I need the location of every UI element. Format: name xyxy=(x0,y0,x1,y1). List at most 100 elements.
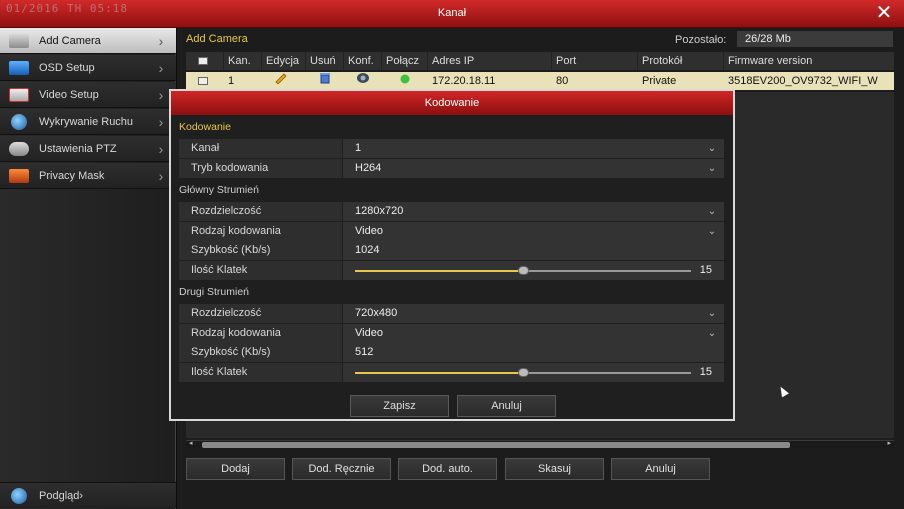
chevron-down-icon[interactable]: ⌄ xyxy=(706,304,718,323)
row-checkbox-cell[interactable] xyxy=(186,72,224,90)
row-ip-address: 172.20.18.11 xyxy=(432,75,496,87)
table-row[interactable]: 1 172.20.18.11 80 Private 3518EV200_OV97… xyxy=(186,72,894,90)
scrollbar-thumb[interactable] xyxy=(202,442,790,448)
ptz-icon xyxy=(9,141,29,156)
video-icon xyxy=(9,87,29,102)
column-header: Konf. xyxy=(344,52,382,70)
field-label: Rodzaj kodowania xyxy=(179,222,342,241)
sidebar: Add Camera › OSD Setup › Video Setup › W… xyxy=(0,28,176,509)
row-checkbox[interactable] xyxy=(198,77,208,85)
main-fps-slider[interactable] xyxy=(355,266,691,275)
sidebar-item-privacy-mask[interactable]: Privacy Mask › xyxy=(0,163,176,189)
sidebar-item-label: Ustawienia PTZ xyxy=(39,142,117,155)
horizontal-scrollbar[interactable]: ◂ ▸ xyxy=(186,440,894,448)
main-stream-heading: Główny Strumień xyxy=(179,184,259,196)
slider-handle[interactable] xyxy=(518,266,529,275)
field-value[interactable]: Video xyxy=(343,324,724,343)
close-icon[interactable]: ✕ xyxy=(874,3,894,23)
camera-table-header: Kan. Edycja Usuń Konf. Połącz Adres IP P… xyxy=(186,52,894,70)
slider-fill xyxy=(355,372,523,374)
camera-icon xyxy=(9,33,29,48)
field-value[interactable]: 1 xyxy=(343,139,724,158)
field-value[interactable]: 1024 xyxy=(343,241,724,260)
dialog-title: Kodowanie xyxy=(171,91,733,115)
main-fps-slider-row: Ilość Klatek 15 xyxy=(179,261,724,280)
sub-fps-slider[interactable] xyxy=(355,368,691,377)
main-encoding-type-select[interactable]: Rodzaj kodowania Video ⌄ xyxy=(179,222,724,241)
delete-button[interactable]: Skasuj xyxy=(505,458,604,480)
sidebar-item-label: Privacy Mask xyxy=(39,169,105,182)
field-value[interactable]: 720x480 xyxy=(343,304,724,323)
encoding-dialog: Kodowanie Kodowanie Kanał 1 ⌄ Tryb kodow… xyxy=(169,89,735,421)
motion-icon xyxy=(11,113,27,130)
select-all-column[interactable] xyxy=(186,52,224,70)
sidebar-item-label: Wykrywanie Ruchu xyxy=(39,115,134,128)
field-label: Ilość Klatek xyxy=(179,363,342,382)
sidebar-item-video-setup[interactable]: Video Setup › xyxy=(0,82,176,108)
field-value[interactable]: H264 xyxy=(343,159,724,178)
row-firmware: 3518EV200_OV9732_WIFI_W xyxy=(728,75,878,87)
column-header: Edycja xyxy=(262,52,306,70)
column-header: Kan. xyxy=(224,52,262,70)
dialog-cancel-button[interactable]: Anuluj xyxy=(457,395,556,417)
chevron-down-icon[interactable]: ⌄ xyxy=(706,324,718,343)
field-label: Rodzaj kodowania xyxy=(179,324,342,343)
sidebar-item-osd-setup[interactable]: OSD Setup › xyxy=(0,55,176,81)
preview-icon xyxy=(11,487,27,504)
field-value[interactable]: 512 xyxy=(343,343,724,362)
sidebar-item-label: Video Setup xyxy=(39,88,99,101)
column-header: Protokół xyxy=(638,52,724,70)
encoding-mode-select[interactable]: Tryb kodowania H264 ⌄ xyxy=(179,159,724,178)
column-header: Firmware version xyxy=(728,55,813,67)
chevron-right-icon: › xyxy=(158,59,164,76)
sidebar-item-motion-detection[interactable]: Wykrywanie Ruchu › xyxy=(0,109,176,135)
edit-icon[interactable] xyxy=(262,72,306,90)
chevron-right-icon: › xyxy=(79,489,84,502)
add-button[interactable]: Dodaj xyxy=(186,458,285,480)
window-titlebar: 01/2016 TH 05:18 Kanał ✕ xyxy=(0,0,904,28)
chevron-down-icon[interactable]: ⌄ xyxy=(706,202,718,221)
field-label: Kanał xyxy=(179,139,342,158)
column-header: Połącz xyxy=(382,52,428,70)
delete-icon[interactable] xyxy=(306,72,344,90)
sidebar-item-label: Add Camera xyxy=(39,34,101,47)
channel-select[interactable]: Kanał 1 ⌄ xyxy=(179,139,724,158)
slider-handle[interactable] xyxy=(518,368,529,377)
sub-stream-heading: Drugi Strumień xyxy=(179,286,250,298)
sidebar-item-ptz-settings[interactable]: Ustawienia PTZ › xyxy=(0,136,176,162)
chevron-right-icon: › xyxy=(158,86,164,103)
connected-icon xyxy=(382,72,428,90)
main-fps-value: 15 xyxy=(699,264,712,276)
sidebar-item-label: Podgląd xyxy=(39,489,80,502)
scroll-left-icon[interactable]: ◂ xyxy=(189,439,193,447)
main-bitrate-field[interactable]: Szybkość (Kb/s) 1024 xyxy=(179,241,724,260)
sidebar-item-label: OSD Setup xyxy=(39,61,95,74)
chevron-down-icon[interactable]: ⌄ xyxy=(706,159,718,178)
column-header: Port xyxy=(552,52,638,70)
chevron-right-icon: › xyxy=(158,140,164,157)
slider-fill xyxy=(355,270,523,272)
add-manually-button[interactable]: Dod. Ręcznie xyxy=(292,458,391,480)
column-header: Adres IP xyxy=(428,52,552,70)
field-value[interactable]: Video xyxy=(343,222,724,241)
select-all-checkbox[interactable] xyxy=(198,57,208,65)
sub-bitrate-field[interactable]: Szybkość (Kb/s) 512 xyxy=(179,343,724,362)
chevron-down-icon[interactable]: ⌄ xyxy=(706,222,718,241)
osd-icon xyxy=(9,60,29,75)
chevron-down-icon[interactable]: ⌄ xyxy=(706,139,718,158)
field-value[interactable]: 1280x720 xyxy=(343,202,724,221)
config-icon[interactable] xyxy=(344,72,382,90)
add-auto-button[interactable]: Dod. auto. xyxy=(398,458,497,480)
cancel-button[interactable]: Anuluj xyxy=(611,458,710,480)
field-label: Tryb kodowania xyxy=(179,159,342,178)
scroll-right-icon[interactable]: ▸ xyxy=(887,439,891,447)
sidebar-item-preview[interactable]: Podgląd › xyxy=(0,482,176,508)
window-title: Kanał xyxy=(437,7,467,19)
save-button[interactable]: Zapisz xyxy=(350,395,449,417)
row-channel: 1 xyxy=(228,75,235,87)
privacy-icon xyxy=(9,168,29,183)
sub-encoding-type-select[interactable]: Rodzaj kodowania Video ⌄ xyxy=(179,324,724,343)
sidebar-item-add-camera[interactable]: Add Camera › xyxy=(0,28,176,54)
sub-resolution-select[interactable]: Rozdzielczość 720x480 ⌄ xyxy=(179,304,724,323)
main-resolution-select[interactable]: Rozdzielczość 1280x720 ⌄ xyxy=(179,202,724,221)
